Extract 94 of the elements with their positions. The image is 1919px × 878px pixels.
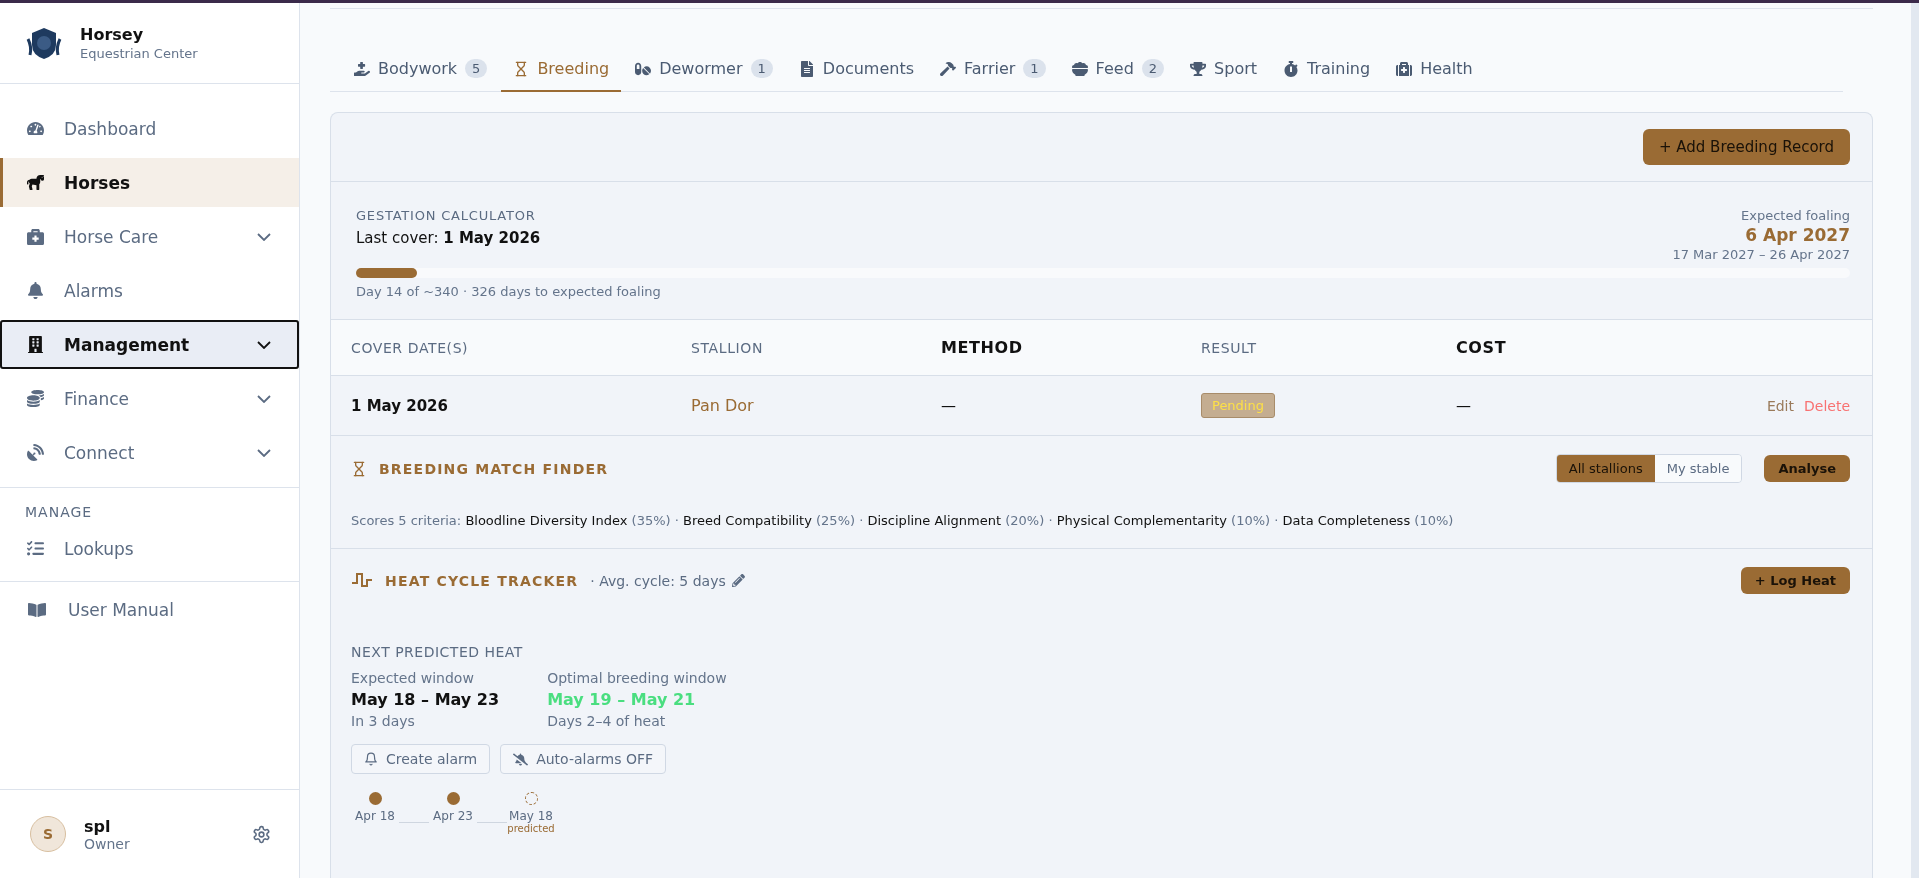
window-note: Days 2–4 of heat	[547, 713, 667, 729]
expected-date: 6 Apr 2027	[1744, 225, 1850, 245]
book-icon	[28, 601, 46, 619]
heat-dot	[368, 792, 382, 805]
bowl-icon	[1071, 60, 1088, 77]
gauge-icon	[27, 120, 44, 137]
nav-item[interactable]: Dashboard	[0, 104, 299, 153]
checklist-icon	[27, 540, 44, 557]
tab[interactable]: Breeding	[501, 49, 622, 92]
timeline-date: Apr 23	[433, 809, 473, 823]
tab[interactable]: Sport	[1178, 49, 1269, 92]
section-title: MANAGE	[24, 503, 94, 522]
user-role: Owner	[84, 835, 130, 852]
manual-link[interactable]: User Manual	[0, 582, 299, 638]
pills-icon	[635, 60, 652, 77]
nav-item[interactable]: Horses	[0, 158, 299, 207]
horse-icon	[27, 174, 44, 191]
tab[interactable]: Health	[1384, 49, 1485, 92]
bell-icon	[27, 282, 44, 299]
add-record-button[interactable]: + Add Breeding Record	[1642, 129, 1850, 165]
settings-button[interactable]	[252, 824, 271, 844]
window-label: Optimal breeding window	[547, 670, 727, 686]
window-note: In 3 days	[351, 713, 416, 729]
create-alarm-button[interactable]: Create alarm	[351, 744, 491, 774]
predicted-label: predicted	[507, 823, 555, 834]
table-cell-text: 1 May 2026	[351, 396, 449, 415]
nav-item[interactable]: Connect	[0, 428, 299, 477]
settings-icon	[252, 824, 271, 844]
hand-plus-icon	[354, 60, 370, 77]
tab[interactable]: Bodywork 5	[342, 49, 500, 92]
nav-item[interactable]: Management	[0, 320, 299, 369]
timeline-date: May 18	[509, 809, 553, 823]
nav-item[interactable]: Lookups	[0, 524, 299, 573]
expected-range: 17 Mar 2027 – 26 Apr 2027	[1672, 247, 1850, 262]
medkit-icon	[1396, 60, 1413, 77]
tab[interactable]: Dewormer 1	[623, 49, 785, 92]
section-title: GESTATION CALCULATOR	[356, 208, 537, 223]
toggle-option[interactable]: All stallions	[1556, 455, 1655, 482]
column-header: COVER DATE(S)	[351, 339, 470, 356]
avatar: S	[30, 816, 66, 852]
avg-cycle-text: · Avg. cycle: 5 days	[590, 572, 726, 589]
count-badge: 1	[1023, 59, 1046, 78]
progress-text: Day 14 of ~340 · 326 days to expected foaling	[356, 284, 662, 299]
tab[interactable]: Feed 2	[1059, 49, 1177, 92]
section-title: NEXT PREDICTED HEAT	[351, 644, 524, 660]
brand-name: Horsey	[80, 25, 145, 44]
bell-slash-icon	[513, 751, 529, 767]
stopwatch-icon	[1283, 60, 1299, 77]
trophy-icon	[1190, 60, 1207, 77]
toggle-option[interactable]: My stable	[1654, 455, 1742, 482]
tab[interactable]: Farrier 1	[928, 49, 1058, 92]
status-badge: Pending	[1201, 393, 1275, 418]
column-header: STALLION	[691, 339, 764, 356]
medical-kit-icon	[27, 228, 44, 245]
pencil-icon[interactable]	[731, 574, 745, 587]
building-icon	[27, 336, 44, 353]
timeline-date: Apr 18	[355, 809, 395, 823]
heat-dot	[446, 792, 460, 805]
window-range: May 19 – May 21	[547, 690, 697, 709]
nav-item[interactable]: Alarms	[0, 266, 299, 315]
table-cell-text: Pan Dor	[691, 396, 755, 415]
nav-item[interactable]: Finance	[0, 374, 299, 423]
hourglass-icon	[351, 460, 367, 477]
bell-icon	[364, 752, 378, 766]
tab[interactable]: Documents	[786, 49, 927, 92]
coins-icon	[27, 390, 44, 407]
count-badge: 2	[1141, 59, 1165, 78]
satellite-dish-icon	[27, 444, 44, 461]
nav-item[interactable]: Horse Care	[0, 212, 299, 261]
tab[interactable]: Training	[1271, 49, 1383, 92]
table-cell-text: —	[1456, 396, 1472, 415]
criteria-text: Scores 5 criteria: Bloodline Diversity Index (35%) · Breed Compatibility (25%) · Discipline Alignment (20%) · Physical Complementarity (10%) · Data Completeness (10%)	[351, 513, 1455, 528]
crest-logo	[26, 25, 62, 61]
window-label: Expected window	[351, 670, 475, 686]
brand-subtitle: Equestrian Center	[80, 46, 198, 61]
count-badge: 5	[465, 59, 488, 78]
hammer-icon	[940, 60, 957, 77]
table-cell-text: —	[941, 396, 957, 415]
log-heat-button[interactable]: + Log Heat	[1740, 567, 1850, 594]
column-header: COST	[1456, 338, 1508, 357]
column-header: RESULT	[1201, 339, 1258, 356]
expected-label: Expected foaling	[1740, 208, 1850, 223]
auto-alarms-button[interactable]: Auto-alarms OFF	[500, 744, 667, 774]
edit-link[interactable]: Edit	[1766, 397, 1794, 414]
last-cover-text: Last cover: 1 May 2026	[356, 229, 541, 247]
count-badge: 1	[750, 59, 773, 78]
analyse-button[interactable]: Analyse	[1764, 455, 1850, 482]
column-header: METHOD	[941, 338, 1024, 357]
section-title: HEAT CYCLE TRACKER	[385, 572, 579, 589]
document-icon	[798, 60, 815, 77]
step-wave-icon	[351, 571, 373, 590]
section-title: BREEDING MATCH FINDER	[379, 460, 609, 477]
window-range: May 18 – May 23	[351, 690, 500, 709]
user-name: spl	[84, 816, 112, 836]
